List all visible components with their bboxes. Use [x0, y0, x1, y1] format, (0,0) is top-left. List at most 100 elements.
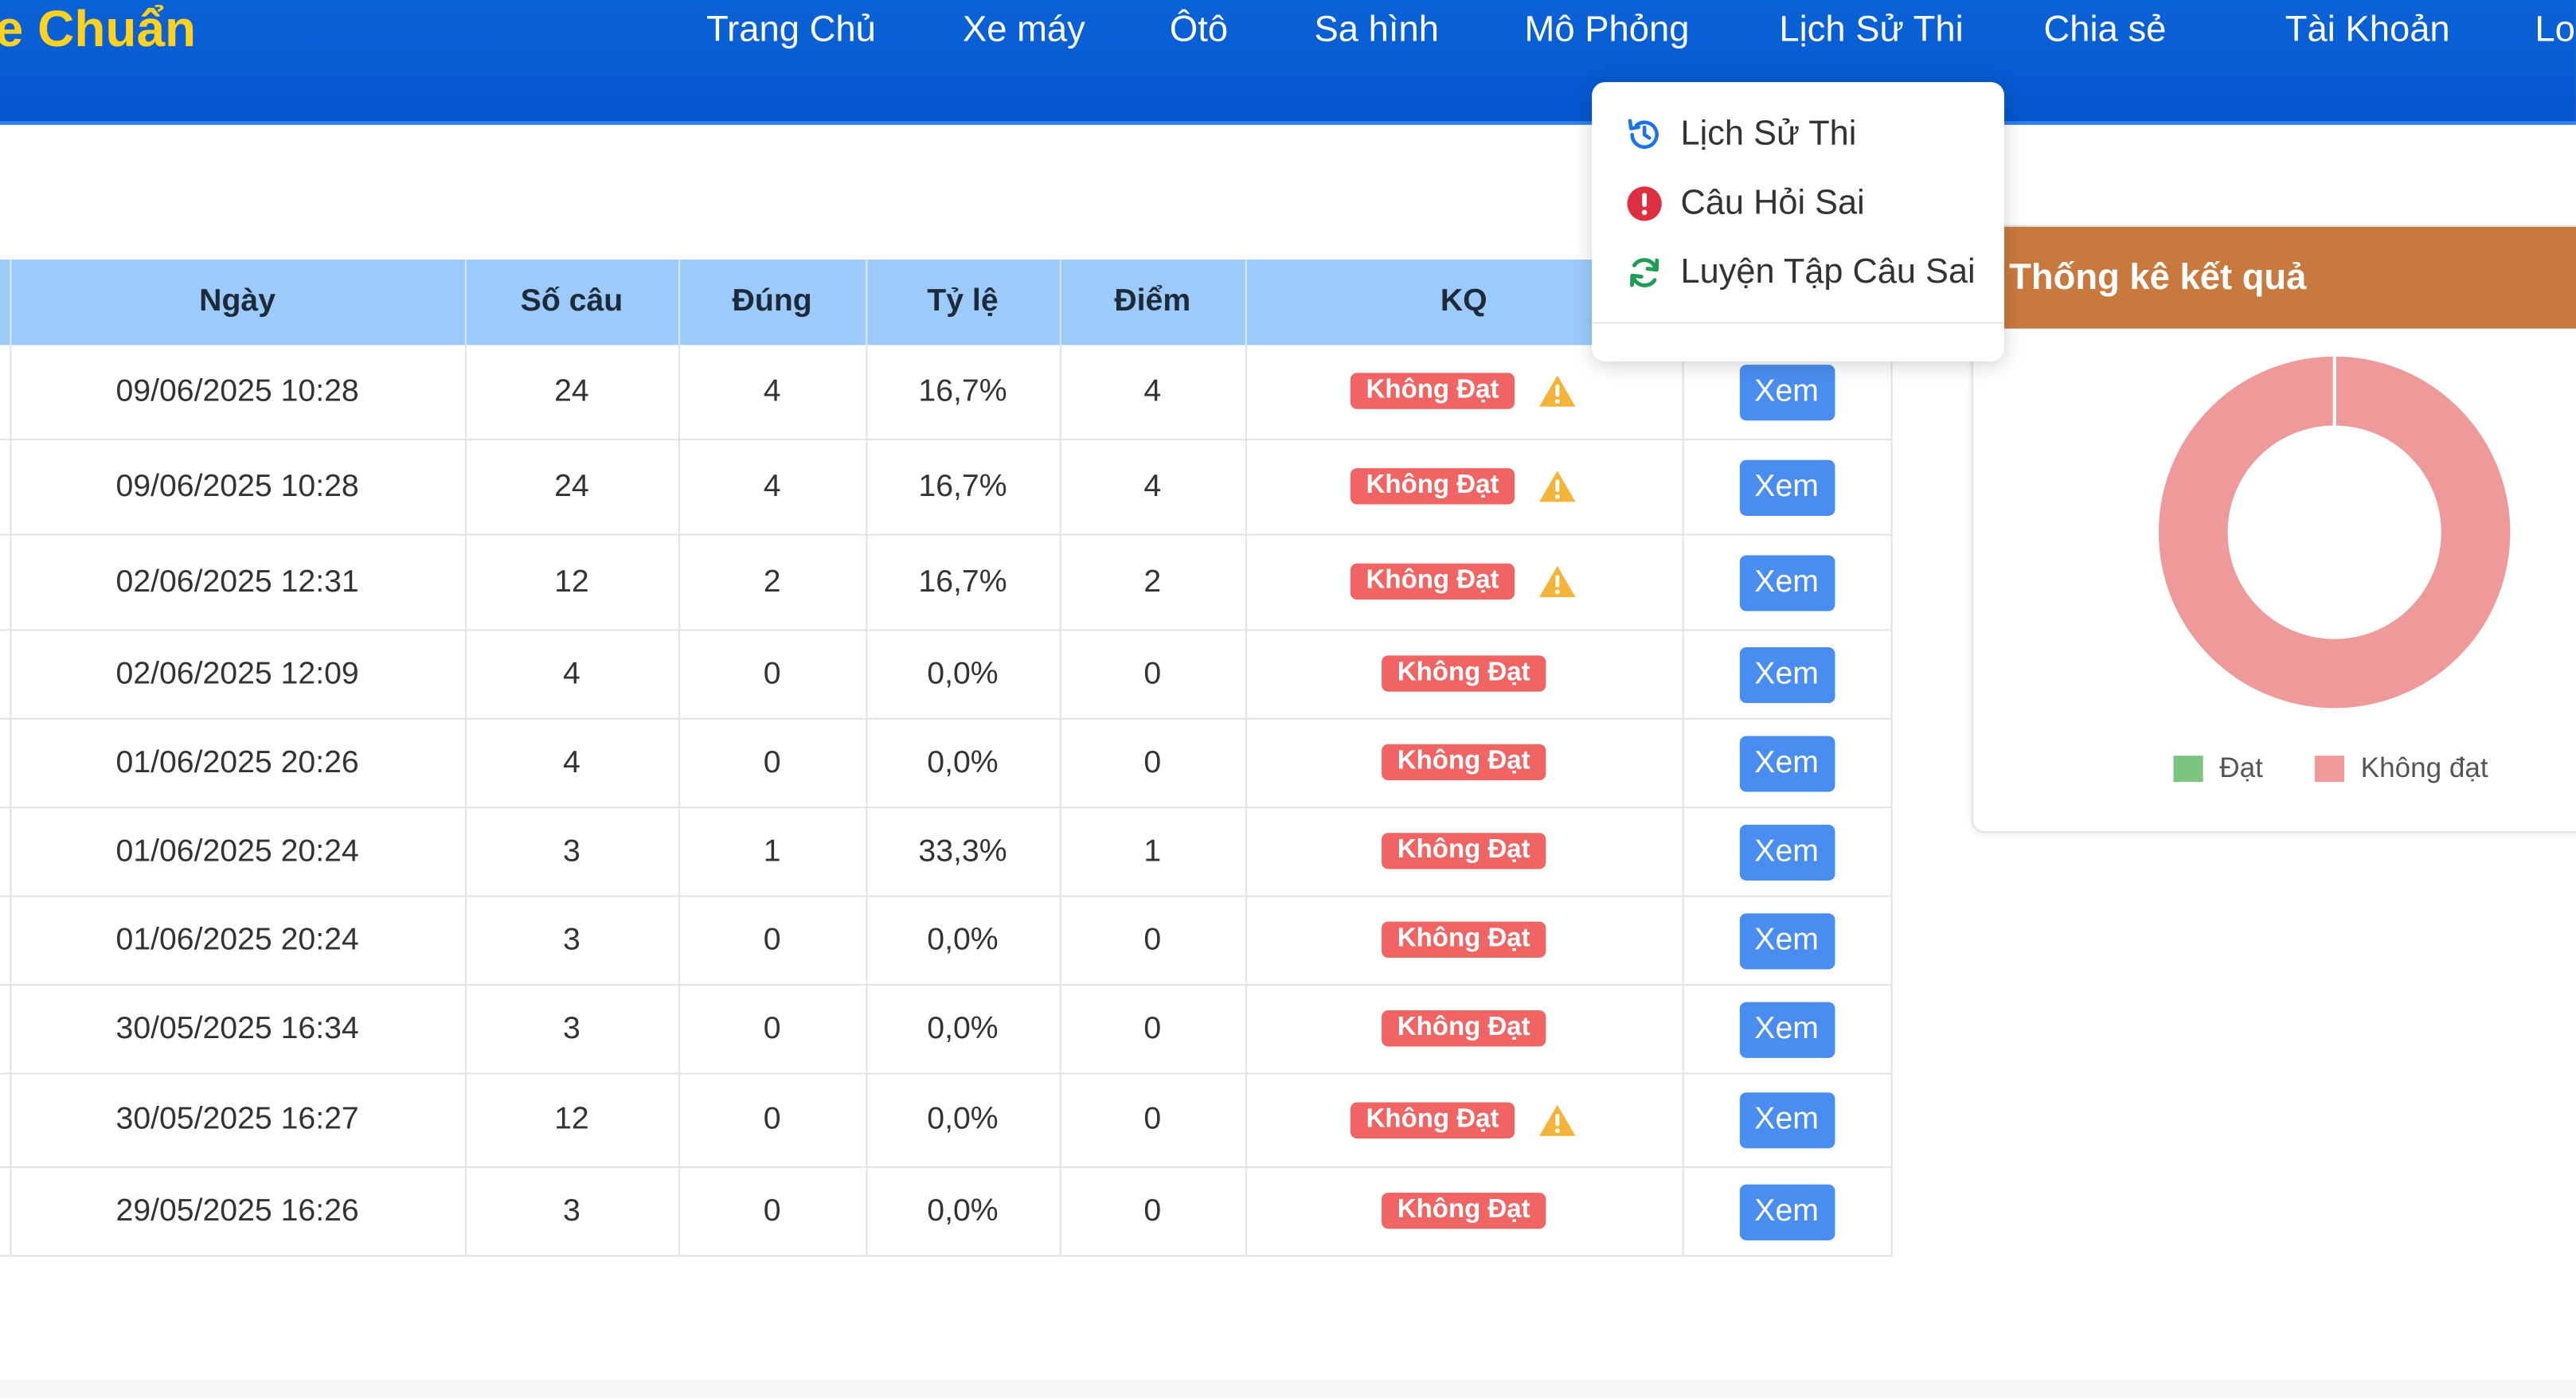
view-button[interactable]: Xem [1738, 459, 1835, 515]
view-button[interactable]: Xem [1738, 735, 1835, 791]
cell-score: 0 [1059, 896, 1246, 986]
cell-score: 4 [1059, 345, 1246, 441]
cell-correct: 0 [678, 718, 867, 809]
cell-action: Xem [1682, 896, 1892, 986]
table-row: 02/06/2025 12:31 12 2 16,7% 2 Không Đạt Xem [0, 534, 1892, 631]
legend-item-fail[interactable]: Không đạt [2314, 752, 2488, 785]
cell-rate: 33,3% [866, 807, 1061, 897]
status-badge: Không Đạt [1349, 469, 1516, 506]
view-button[interactable]: Xem [1738, 1183, 1835, 1240]
cell-score: 0 [1059, 718, 1246, 809]
cell-count: 3 [464, 1167, 680, 1257]
cell-rate: 16,7% [866, 534, 1061, 631]
col-header-index [0, 260, 11, 346]
cell-score: 0 [1059, 1167, 1246, 1257]
menu-item-cau-hoi-sai[interactable]: Câu Hỏi Sai [1624, 178, 1865, 230]
cell-date: 30/05/2025 16:27 [10, 1073, 466, 1169]
status-badge: Không Đạt [1381, 656, 1547, 693]
cell-index [0, 630, 11, 720]
col-header-date[interactable]: Ngày [10, 260, 466, 346]
cell-action: Xem [1682, 1073, 1892, 1169]
view-button[interactable]: Xem [1738, 646, 1835, 703]
menu-divider [1592, 322, 2004, 324]
nav-oto[interactable]: Ôtô [1170, 5, 1228, 54]
cell-action: Xem [1682, 439, 1892, 536]
status-badge: Không Đạt [1349, 564, 1516, 601]
cell-correct: 0 [678, 985, 867, 1075]
cell-result: Không Đạt [1245, 630, 1683, 720]
table-row: 01/06/2025 20:24 3 1 33,3% 1 Không Đạt Xem [0, 807, 1892, 897]
cell-count: 3 [464, 985, 680, 1075]
donut-segment-fail[interactable] [2158, 356, 2511, 709]
nav-mo-phong[interactable]: Mô Phỏng [1525, 5, 1690, 54]
col-header-correct[interactable]: Đúng [678, 260, 867, 346]
warning-icon [1540, 566, 1577, 599]
cell-index [0, 1167, 11, 1257]
view-button[interactable]: Xem [1738, 364, 1835, 420]
cell-count: 3 [464, 807, 680, 897]
cell-date: 09/06/2025 10:28 [10, 345, 466, 441]
view-button[interactable]: Xem [1738, 1001, 1835, 1057]
cell-action: Xem [1682, 1167, 1892, 1257]
status-badge: Không Đạt [1349, 1102, 1516, 1138]
history-dropdown-menu: Lịch Sử Thi Câu Hỏi Sai Luyện Tập Câu Sa… [1592, 82, 2004, 361]
cell-index [0, 1073, 11, 1169]
nav-lich-su-thi[interactable]: Lịch Sử Thi [1779, 5, 1963, 54]
cell-date: 01/06/2025 20:24 [10, 896, 466, 986]
col-header-count[interactable]: Số câu [464, 260, 680, 346]
cell-rate: 16,7% [866, 439, 1061, 536]
cell-score: 0 [1059, 630, 1246, 720]
warning-icon [1540, 471, 1577, 503]
cell-action: Xem [1682, 807, 1892, 897]
cell-result: Không Đạt [1245, 534, 1683, 631]
nav-chia-se[interactable]: Chia sẻ [2043, 5, 2166, 54]
nav-logout[interactable]: Lo [2535, 5, 2575, 54]
menu-item-luyen-tap-cau-sai[interactable]: Luyện Tập Câu Sai [1624, 247, 1976, 299]
table-row: 02/06/2025 12:09 4 0 0,0% 0 Không Đạt Xem [0, 630, 1892, 720]
cell-index [0, 439, 11, 536]
cell-correct: 0 [678, 1073, 867, 1169]
site-brand[interactable]: e Chuẩn [0, 0, 196, 59]
view-button[interactable]: Xem [1738, 823, 1835, 881]
stats-card: Thống kê kết quả Đạt Không đạt [1971, 225, 2576, 834]
status-badge: Không Đạt [1381, 1011, 1547, 1048]
cell-correct: 2 [678, 534, 867, 631]
cell-score: 1 [1059, 807, 1246, 897]
cell-count: 24 [464, 345, 680, 441]
cell-score: 4 [1059, 439, 1246, 536]
menu-item-lich-su-thi[interactable]: Lịch Sử Thi [1624, 108, 1856, 161]
view-button[interactable]: Xem [1738, 554, 1835, 611]
cell-count: 4 [464, 630, 680, 720]
col-header-rate[interactable]: Tỷ lệ [866, 260, 1061, 346]
cell-correct: 0 [678, 630, 867, 720]
view-button[interactable]: Xem [1738, 1092, 1835, 1149]
cell-index [0, 718, 11, 809]
cell-date: 01/06/2025 20:24 [10, 807, 466, 897]
view-button[interactable]: Xem [1738, 912, 1835, 969]
col-header-score[interactable]: Điểm [1059, 260, 1246, 346]
cell-correct: 4 [678, 345, 867, 441]
nav-tai-khoan[interactable]: Tài Khoản [2285, 5, 2450, 54]
legend-item-pass[interactable]: Đạt [2173, 752, 2263, 785]
cell-result: Không Đạt [1245, 985, 1683, 1075]
cell-rate: 0,0% [866, 985, 1061, 1075]
cell-score: 0 [1059, 985, 1246, 1075]
cell-rate: 16,7% [866, 345, 1061, 441]
cell-count: 3 [464, 896, 680, 986]
nav-sa-hinh[interactable]: Sa hình [1314, 5, 1438, 54]
nav-xe-may[interactable]: Xe máy [963, 5, 1085, 54]
cell-index [0, 534, 11, 631]
cell-count: 24 [464, 439, 680, 536]
cell-index [0, 345, 11, 441]
cell-rate: 0,0% [866, 896, 1061, 986]
cell-score: 0 [1059, 1073, 1246, 1169]
cell-rate: 0,0% [866, 718, 1061, 809]
cell-score: 2 [1059, 534, 1246, 631]
cell-date: 09/06/2025 10:28 [10, 439, 466, 536]
nav-trang-chu[interactable]: Trang Chủ [706, 5, 876, 54]
cell-result: Không Đạt [1245, 1073, 1683, 1169]
cell-correct: 1 [678, 807, 867, 897]
cell-index [0, 896, 11, 986]
warning-icon [1540, 1104, 1577, 1136]
cell-result: Không Đạt [1245, 807, 1683, 897]
